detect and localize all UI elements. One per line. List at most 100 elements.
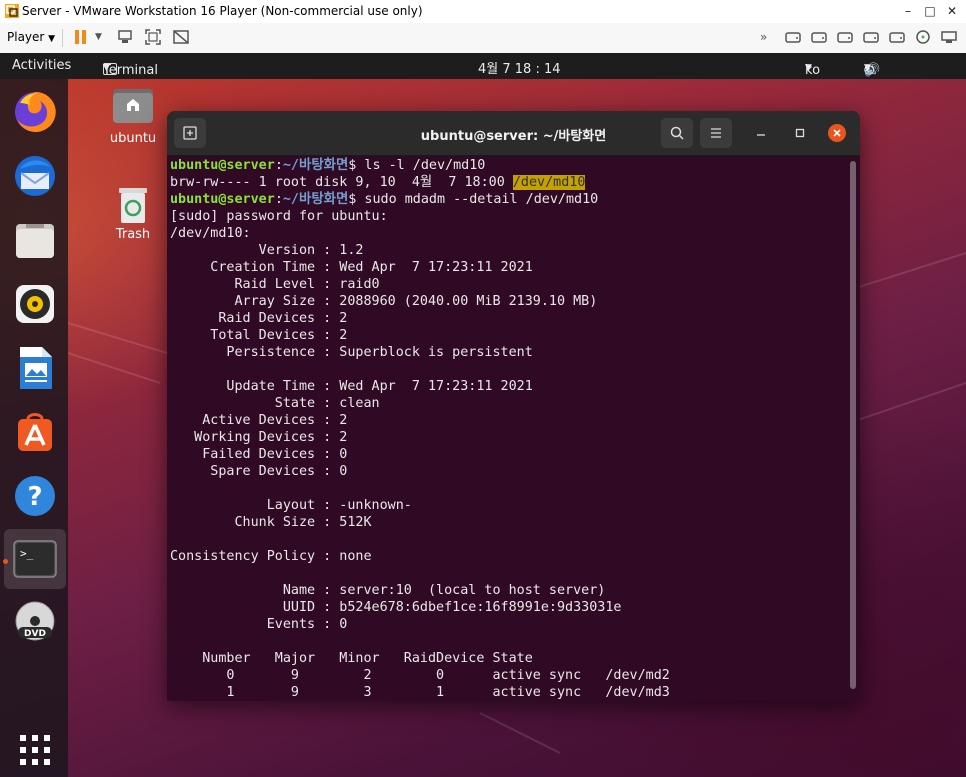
dvd-icon[interactable]: DVD [12,599,58,645]
hard-disk-icon[interactable] [784,29,802,45]
prompt-path: ~/바탕화면 [282,192,349,207]
pause-dropdown-icon[interactable]: ▼ [95,32,113,48]
terminal-line: Version : 1.2 [170,243,364,258]
send-ctrl-alt-del-icon[interactable] [116,29,134,45]
player-menu-label: Player [7,30,45,44]
network-adapter-icon[interactable] [940,29,958,45]
terminal-line: State : clean [170,396,380,411]
terminal-line: /dev/md10: [170,226,251,241]
terminal-line: brw-rw---- 1 root disk 9, 10 4월 7 18:00 … [170,174,846,191]
hard-disk-icon[interactable] [888,29,906,45]
ubuntu-software-icon[interactable] [12,409,58,455]
terminal-line: Layout : -unknown- [170,498,412,513]
terminal-window[interactable]: ubuntu@server: ~/바탕화면 ubuntu@server:~/바탕… [167,111,860,701]
hard-disk-icon[interactable] [862,29,880,45]
home-folder-icon [113,89,153,123]
unity-mode-icon[interactable] [172,29,190,45]
terminal-line: Raid Level : raid0 [170,277,380,292]
terminal-line: Events : 0 [170,617,348,632]
prompt-colon: : [274,158,283,173]
vmware-toolbar: Player ▼ ▼ » [0,23,966,54]
chevron-down-icon: ▼ [805,63,812,73]
minimize-button[interactable]: – [897,2,919,20]
home-folder-label: ubuntu [109,131,157,146]
terminal-line: Creation Time : Wed Apr 7 17:23:11 2021 [170,260,533,275]
minimize-icon[interactable] [755,127,767,139]
close-button[interactable]: ✕ [941,2,963,20]
clock[interactable]: 4월 7 18 : 14 [478,58,561,77]
chevron-down-icon: ▼ [48,34,56,44]
terminal-dock-item[interactable]: >_ [4,529,66,589]
maximize-button[interactable]: □ [919,2,941,20]
trash-icon [119,188,147,223]
svg-text:?: ? [27,482,42,512]
files-icon[interactable] [12,217,58,263]
thunderbird-icon[interactable] [12,153,58,199]
firefox-icon[interactable] [12,89,58,135]
help-icon[interactable]: ? [12,473,58,519]
window-title: Server - VMware Workstation 16 Player (N… [22,4,423,18]
search-icon [670,126,684,140]
pause-icon[interactable] [72,29,90,45]
ls-output: brw-rw---- 1 root disk 9, 10 4월 7 18:00 [170,175,513,190]
ubuntu-desktop: Activities Terminal ▼ 4월 7 18 : 14 ko ▼ … [0,53,966,777]
terminal-line: Failed Devices : 0 [170,447,348,462]
prompt-user: ubuntu@server [170,192,275,207]
terminal-line: 0 9 2 0 active sync /dev/md2 [170,668,670,683]
show-applications-icon[interactable] [12,727,58,773]
terminal-line: Raid Devices : 2 [170,311,348,326]
terminal-output[interactable]: ubuntu@server:~/바탕화면$ ls -l /dev/md10 br… [170,157,846,701]
chevron-down-icon: ▼ [103,63,110,73]
prompt-path: ~/바탕화면 [282,158,349,173]
prompt-colon: : [274,192,283,207]
rhythmbox-icon[interactable] [12,281,58,327]
terminal-line: Working Devices : 2 [170,430,348,445]
app-menu-label: Terminal [103,63,158,78]
terminal-line: 1 9 3 1 active sync /dev/md3 [170,685,670,700]
terminal-line: Array Size : 2088960 (2040.00 MiB 2139.1… [170,294,598,309]
terminal-line: Number Major Minor RaidDevice State [170,651,533,666]
vmware-logo-icon [5,4,19,18]
activities-button[interactable]: Activities [12,58,71,73]
terminal-scrollbar[interactable] [850,161,856,689]
command-text: sudo mdadm --detail /dev/md10 [356,192,599,207]
command-text: ls -l /dev/md10 [356,158,486,173]
svg-text:>_: >_ [20,547,34,560]
chevron-down-icon: ▼ [864,63,871,73]
cd-dvd-icon[interactable] [914,29,932,45]
libreoffice-writer-icon[interactable] [12,345,58,391]
vmware-title-bar: Server - VMware Workstation 16 Player (N… [0,0,966,24]
fullscreen-icon[interactable] [144,29,162,45]
terminal-line: UUID : b524e678:6dbef1ce:16f8991e:9d3303… [170,600,622,615]
search-button[interactable] [661,118,693,148]
hard-disk-icon[interactable] [836,29,854,45]
ubuntu-dock: ? >_ DVD [0,79,68,777]
running-indicator [3,559,8,564]
terminal-line: Update Time : Wed Apr 7 17:23:11 2021 [170,379,533,394]
terminal-line: Active Devices : 2 [170,413,348,428]
trash-desktop-icon[interactable]: Trash [104,185,162,242]
player-menu-button[interactable]: Player ▼ [7,30,55,44]
prompt-user: ubuntu@server [170,158,275,173]
terminal-line: [sudo] password for ubuntu: [170,209,388,224]
ls-file-highlight: /dev/md10 [512,175,586,190]
terminal-icon: >_ [13,540,57,578]
terminal-line: Consistency Policy : none [170,549,372,564]
toolbar-divider [62,29,63,47]
more-devices-icon[interactable]: » [760,30,778,46]
terminal-header-bar: ubuntu@server: ~/바탕화면 [167,111,860,156]
hamburger-menu-button[interactable] [700,118,732,148]
terminal-line: Persistence : Superblock is persistent [170,345,533,360]
hamburger-menu-icon [711,128,721,138]
terminal-line: Spare Devices : 0 [170,464,348,479]
maximize-icon[interactable] [794,127,806,139]
hard-disk-icon[interactable] [810,29,828,45]
terminal-line: Name : server:10 (local to host server) [170,583,606,598]
close-icon[interactable] [828,124,846,142]
home-folder-desktop-icon[interactable]: ubuntu [104,85,162,146]
terminal-line: Chunk Size : 512K [170,515,372,530]
